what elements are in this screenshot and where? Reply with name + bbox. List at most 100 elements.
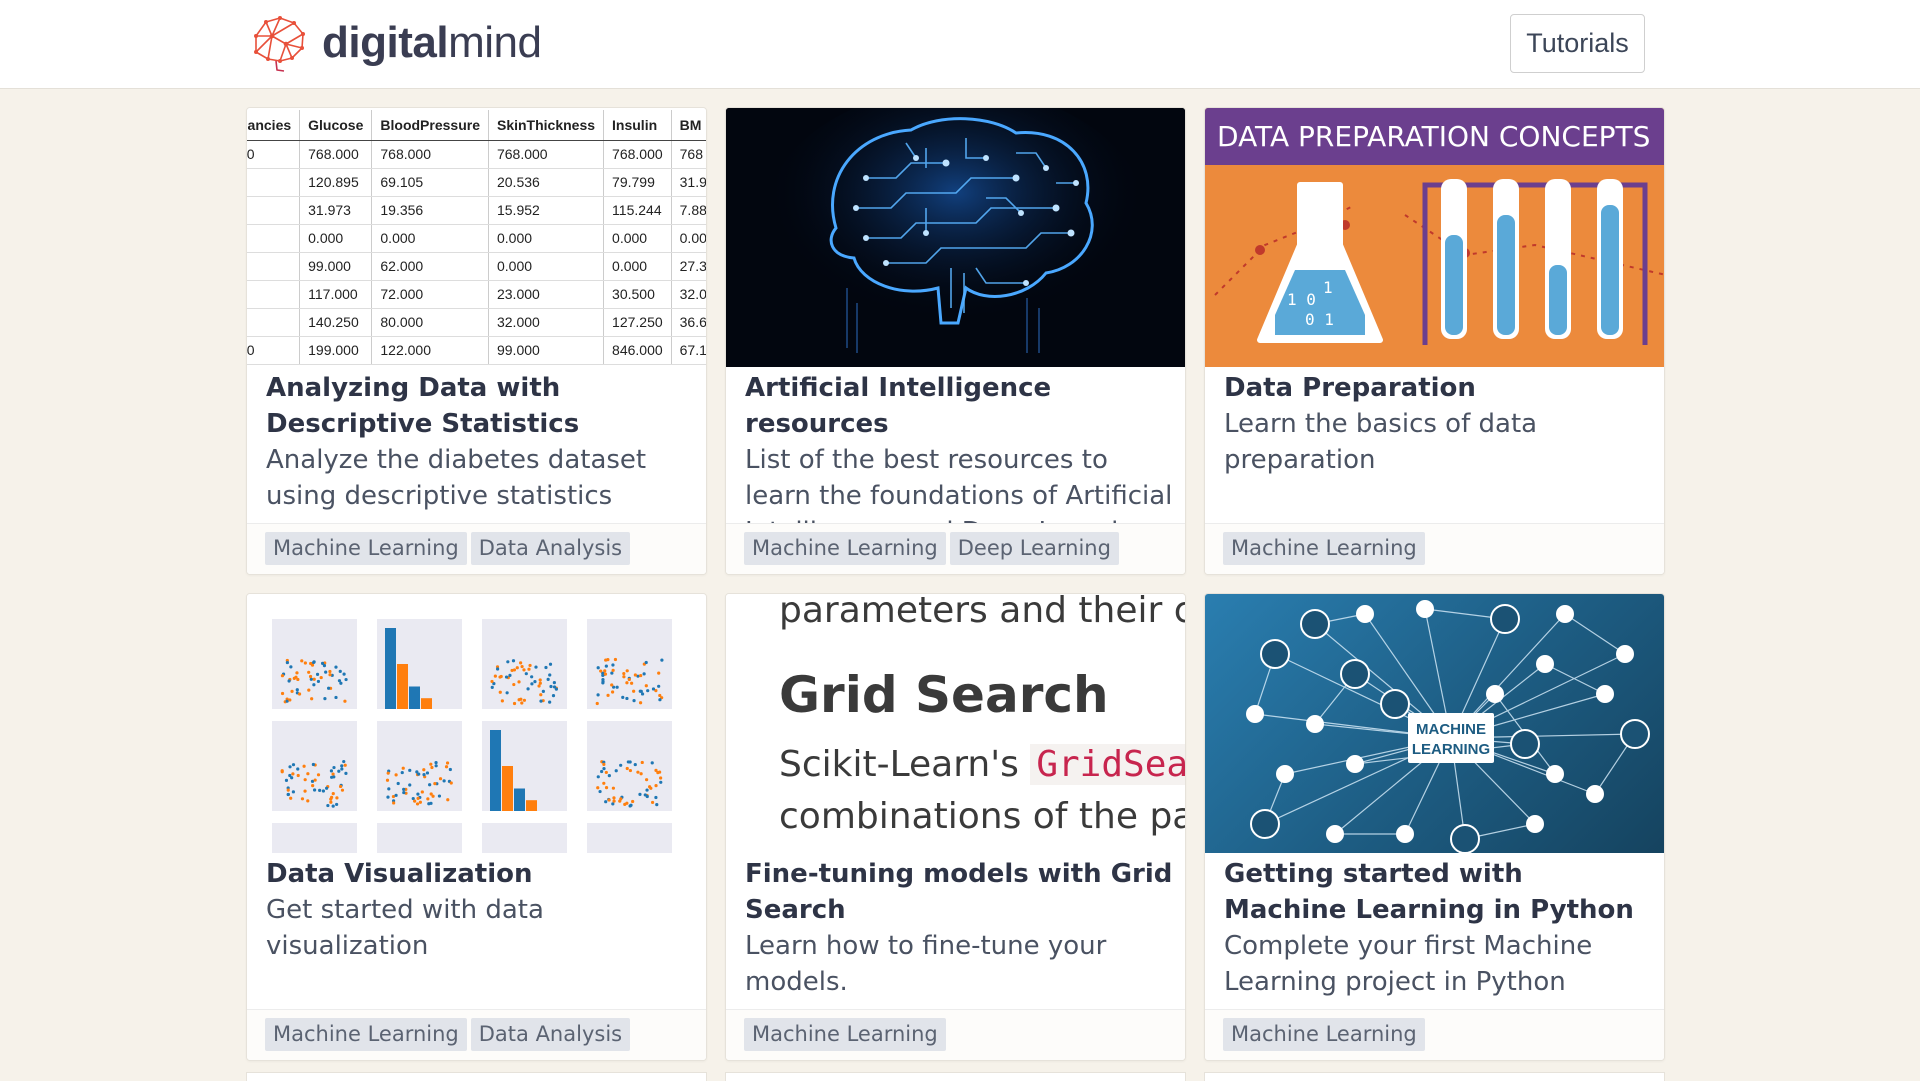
card-tags: Machine Learning [1205, 1009, 1664, 1060]
next-card-edge [725, 1072, 1186, 1081]
tag-machine-learning[interactable]: Machine Learning [744, 532, 946, 565]
card-description: Complete your first Machine Learning pro… [1224, 931, 1593, 997]
tag-machine-learning[interactable]: Machine Learning [1223, 532, 1425, 565]
stats-cell: 846.000 [603, 336, 672, 365]
svg-text:1: 1 [1323, 278, 1333, 297]
stats-cell: 120.895 [299, 168, 373, 197]
stats-cell: 7.88 [671, 196, 706, 225]
stats-cell: 140.250 [299, 308, 373, 337]
stats-cell: 19.356 [371, 196, 489, 225]
card-description: Analyze the diabetes dataset using descr… [266, 445, 647, 511]
tutorials-button[interactable]: Tutorials [1510, 14, 1645, 73]
stats-cell: 0.000 [603, 252, 672, 281]
card-description: Learn how to fine-tune your models. [745, 931, 1107, 997]
stats-cell: 32.000 [488, 308, 605, 337]
stats-cell: 20.536 [488, 168, 605, 197]
tutorial-card-getting-started-ml[interactable]: MACHINE LEARNING Getting started with Ma… [1204, 593, 1665, 1061]
tutorial-card-grid-search[interactable]: parameters and their co Grid Search Scik… [725, 593, 1186, 1061]
stats-cell: 80.000 [371, 308, 489, 337]
stats-cell: 32.0 [671, 280, 706, 309]
card-description: Learn the basics of data preparation [1224, 409, 1538, 475]
stats-cell: 0.00 [671, 224, 706, 253]
stats-cell: 199.000 [299, 336, 373, 365]
stats-cell: 00 [247, 336, 301, 365]
stats-cell: 31.9 [671, 168, 706, 197]
stats-cell: 0.000 [371, 224, 489, 253]
stats-row: 031.97319.35615.952115.2447.88 [247, 196, 706, 225]
card-title: Fine-tuning models with Grid Search [745, 859, 1173, 925]
tutorial-card-data-preparation[interactable]: DATA PREPARATION CONCEPTS 1 00 1 1 Data P… [1204, 107, 1665, 575]
stats-cell: 23.000 [488, 280, 605, 309]
brain-logo-icon [254, 16, 305, 72]
stats-cell: 768.000 [488, 140, 605, 169]
card-tags: Machine Learning [1205, 523, 1664, 574]
stats-cell: 31.973 [299, 196, 373, 225]
card-title: Data Visualization [266, 859, 533, 889]
tag-deep-learning[interactable]: Deep Learning [949, 532, 1119, 565]
stats-table-image: nanciesGlucoseBloodPressureSkinThickness… [247, 110, 706, 365]
card-description: Get started with data visualization [266, 895, 544, 961]
stats-cell: 768.000 [603, 140, 672, 169]
stats-cell: 768.000 [371, 140, 489, 169]
site-logo[interactable]: digitalmind [246, 14, 542, 72]
stats-cell: 00 [247, 140, 301, 169]
next-card-edge [1204, 1072, 1665, 1081]
stats-cell: 117.000 [299, 280, 373, 309]
stats-cell: 0 [247, 280, 301, 309]
tag-machine-learning[interactable]: Machine Learning [1223, 1018, 1425, 1051]
tutorial-card-data-visualization[interactable]: Data Visualization Get started with data… [246, 593, 707, 1061]
stats-cell: 127.250 [603, 308, 672, 337]
thumb-text-line: combinations of the par [779, 796, 1186, 837]
stats-row: 0117.00072.00023.00030.50032.0 [247, 280, 706, 309]
tag-data-analysis[interactable]: Data Analysis [470, 532, 631, 565]
card-thumbnail-grid-search-text: parameters and their co Grid Search Scik… [726, 594, 1186, 853]
stats-cell: 99.000 [488, 336, 605, 365]
stats-cell: 27.3 [671, 252, 706, 281]
card-tags: Machine Learning [726, 1009, 1185, 1060]
thumb-text-line: Scikit-Learn's GridSear [779, 744, 1185, 785]
card-tags: Machine Learning Deep Learning [726, 523, 1185, 574]
stats-cell: 0 [247, 252, 301, 281]
stats-cell: 0 [247, 308, 301, 337]
stats-header-cell: SkinThickness [488, 110, 605, 141]
stats-cell: 62.000 [371, 252, 489, 281]
card-thumbnail-stats-table: nanciesGlucoseBloodPressureSkinThickness… [247, 108, 706, 367]
tag-machine-learning[interactable]: Machine Learning [744, 1018, 946, 1051]
pairplot-image [272, 619, 672, 853]
tutorial-card-ai-resources[interactable]: Artificial Intelligence resources List o… [725, 107, 1186, 575]
ml-label-line1: MACHINE [1416, 721, 1486, 738]
top-navbar: digitalmind Tutorials [0, 0, 1920, 89]
thumb-heading: Grid Search [779, 666, 1109, 724]
next-card-edge [246, 1072, 707, 1081]
svg-text:1 0: 1 0 [1287, 290, 1316, 309]
stats-row: 00768.000768.000768.000768.000768 [247, 140, 706, 169]
stats-header-cell: nancies [247, 110, 301, 141]
stats-cell: 30.500 [603, 280, 672, 309]
thumb-text-line: parameters and their co [779, 594, 1186, 631]
tag-machine-learning[interactable]: Machine Learning [265, 532, 467, 565]
stats-row: 099.00062.0000.0000.00027.3 [247, 252, 706, 281]
stats-cell: 36.6 [671, 308, 706, 337]
stats-cell: 768.000 [299, 140, 373, 169]
stats-cell: 122.000 [371, 336, 489, 365]
stats-row: 5120.89569.10520.53679.79931.9 [247, 168, 706, 197]
stats-cell: 0.000 [488, 224, 605, 253]
card-tags: Machine Learning Data Analysis [247, 523, 706, 574]
stats-cell: 0.000 [603, 224, 672, 253]
stats-cell: 79.799 [603, 168, 672, 197]
card-body: Fine-tuning models with Grid Search Lear… [745, 856, 1173, 1000]
stats-cell: 67.1 [671, 336, 706, 365]
card-thumbnail-circuit-brain [726, 108, 1185, 367]
stats-cell: 69.105 [371, 168, 489, 197]
tag-data-analysis[interactable]: Data Analysis [470, 1018, 631, 1051]
tutorial-card-descriptive-statistics[interactable]: nanciesGlucoseBloodPressureSkinThickness… [246, 107, 707, 575]
stats-cell: 768 [671, 140, 706, 169]
circuit-brain-icon [726, 108, 1185, 367]
card-title: Analyzing Data with Descriptive Statisti… [266, 373, 580, 439]
banner-title: DATA PREPARATION CONCEPTS [1205, 108, 1664, 165]
card-title: Getting started with Machine Learning in… [1224, 859, 1634, 925]
card-body: Getting started with Machine Learning in… [1224, 856, 1652, 1000]
tag-machine-learning[interactable]: Machine Learning [265, 1018, 467, 1051]
stats-cell: 115.244 [603, 196, 672, 225]
ml-label-line2: LEARNING [1412, 741, 1490, 758]
